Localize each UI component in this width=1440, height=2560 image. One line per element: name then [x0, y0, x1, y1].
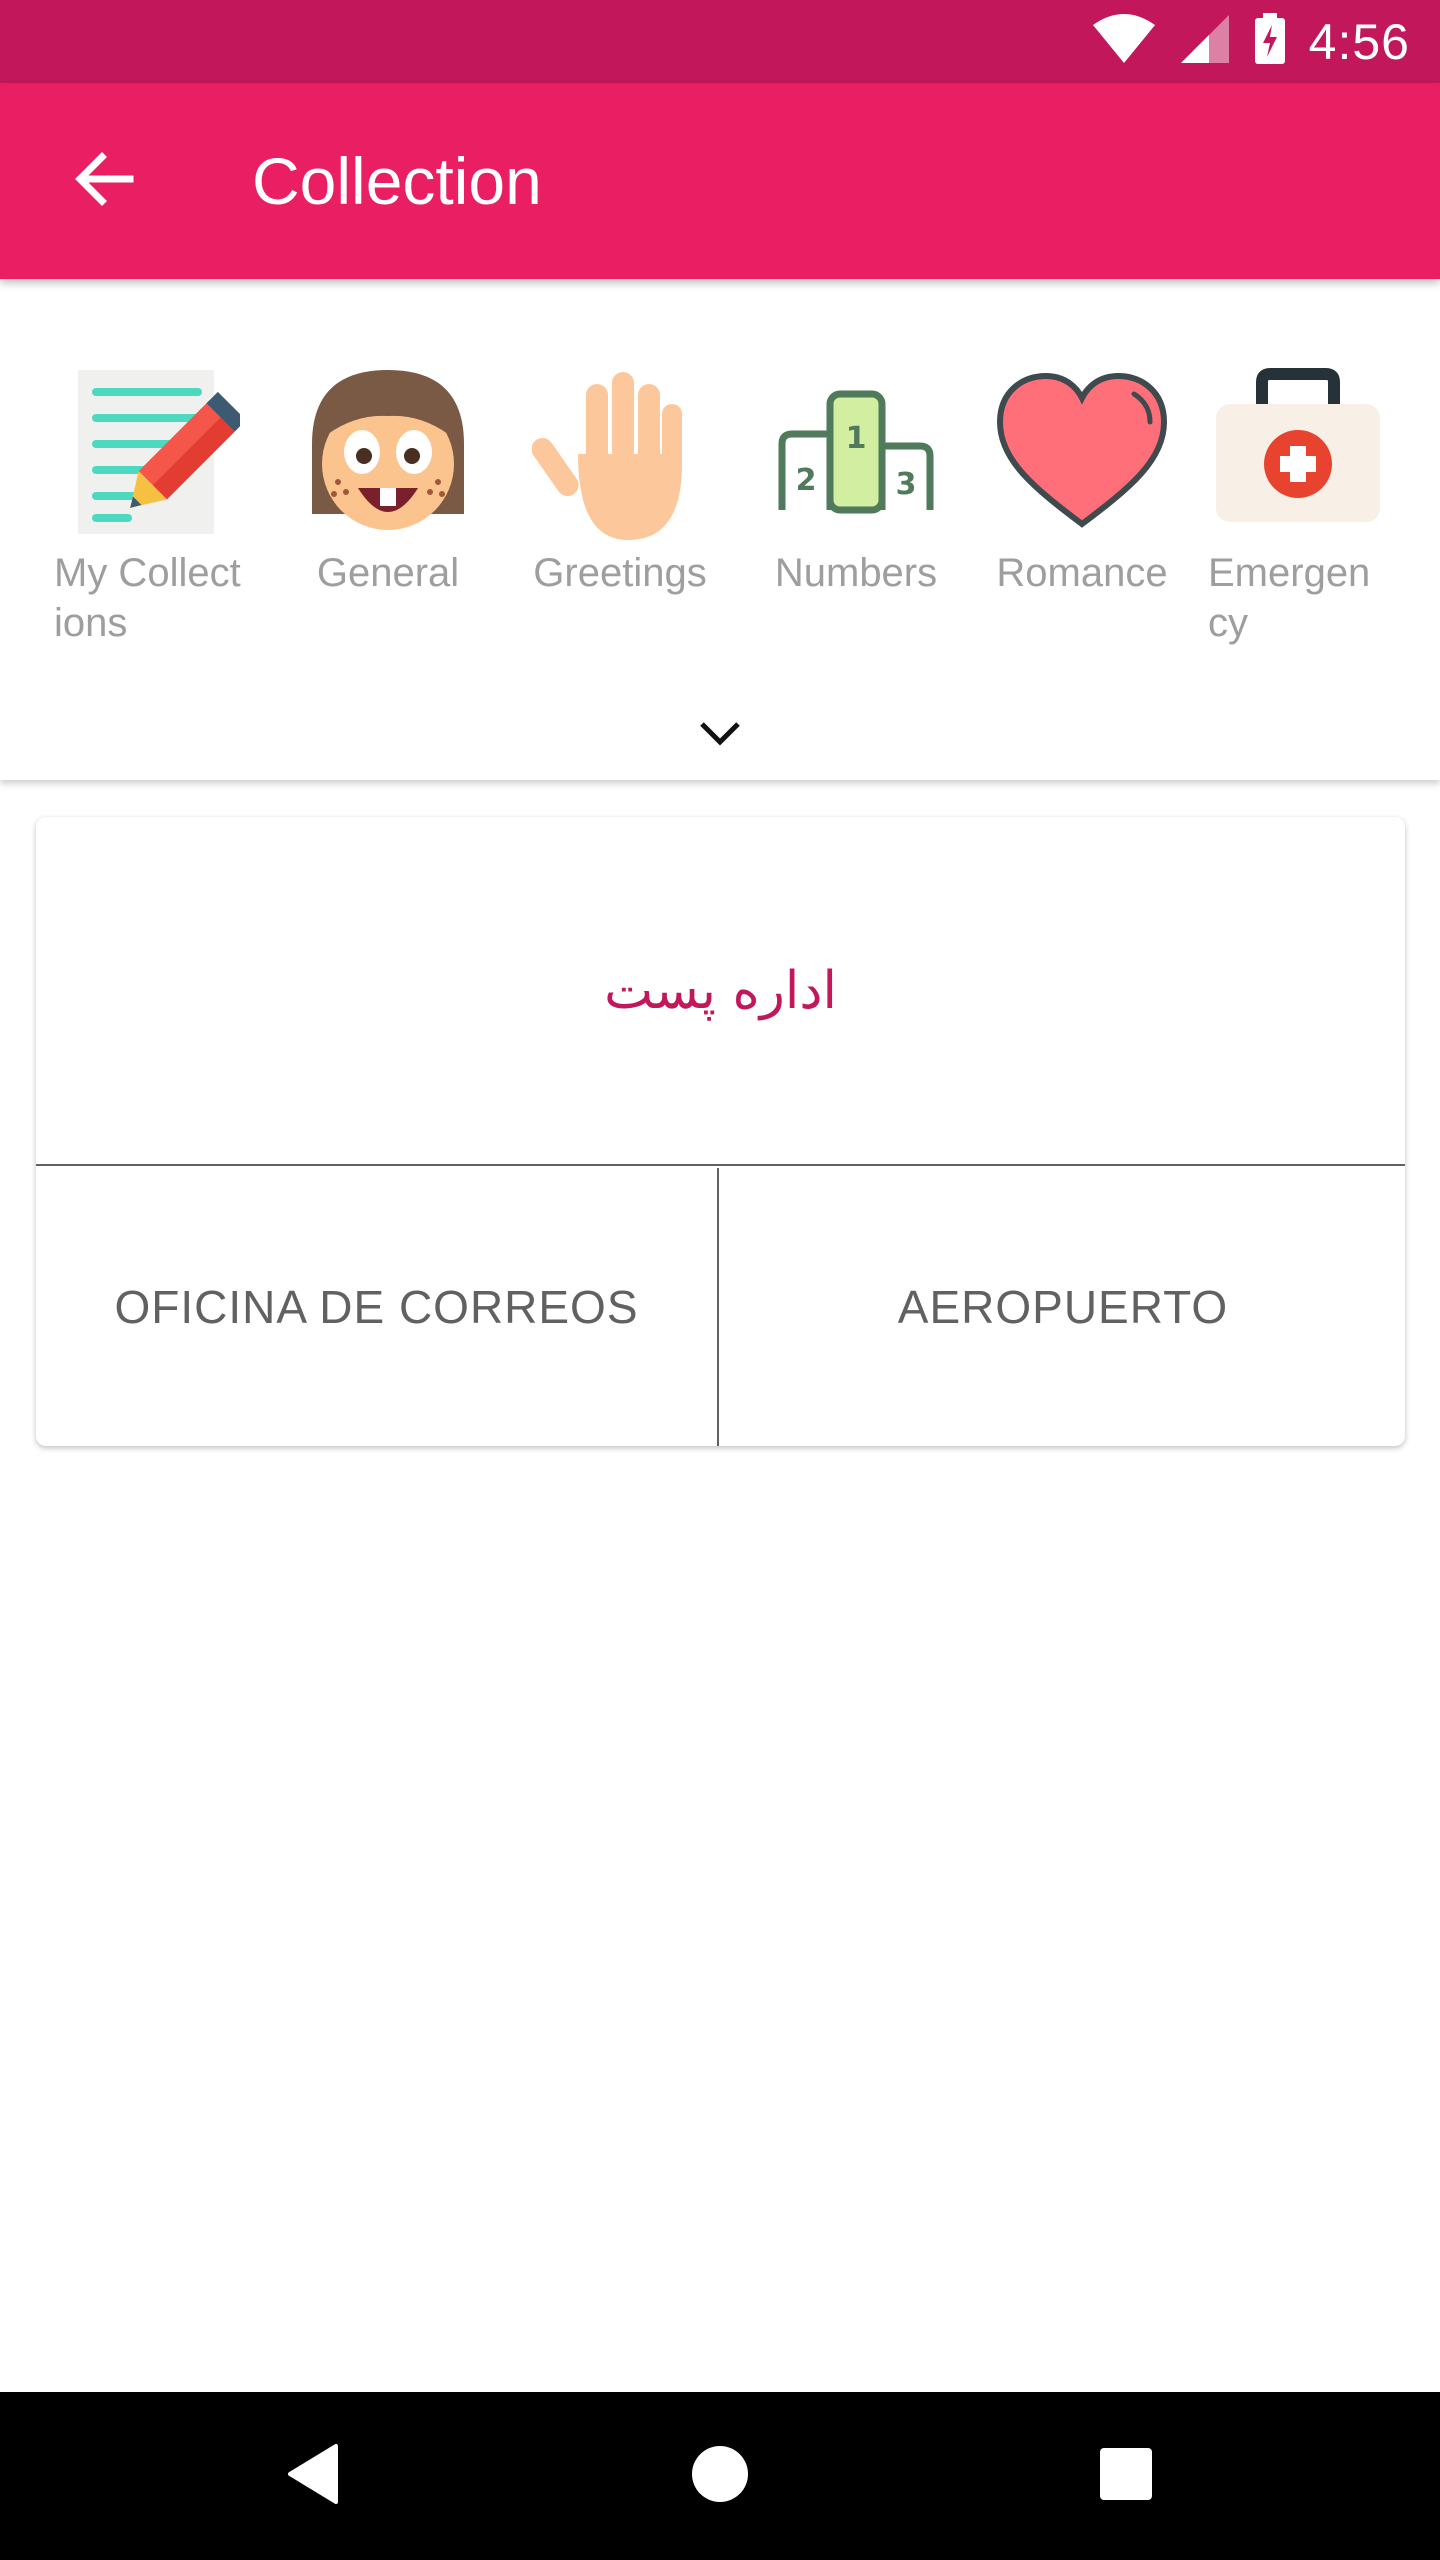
square-recents-icon — [1098, 2446, 1154, 2507]
page-title: Collection — [252, 144, 542, 218]
first-aid-kit-icon — [1210, 364, 1386, 540]
signal-icon — [1179, 13, 1231, 70]
category-label: General — [316, 551, 460, 595]
back-button[interactable] — [56, 133, 152, 229]
arrow-back-icon — [72, 147, 136, 216]
nav-recents-button[interactable] — [1080, 2430, 1172, 2522]
category-label: Greetings — [533, 551, 707, 595]
battery-charging-icon — [1253, 13, 1287, 70]
status-time: 4:56 — [1308, 13, 1410, 70]
answer-option-2[interactable]: AEROPUERTO — [721, 1168, 1405, 1446]
notepad-pencil-icon — [64, 364, 240, 540]
wifi-icon — [1091, 13, 1157, 70]
category-my-collections[interactable]: My Collect ions — [54, 364, 241, 648]
category-label: Emergen cy — [1208, 551, 1371, 645]
circle-home-icon — [690, 2444, 750, 2509]
triangle-back-icon — [284, 2442, 344, 2511]
question-area: اداره پست — [36, 817, 1405, 1166]
category-label: Romance — [996, 551, 1168, 595]
smiling-face-icon — [300, 364, 476, 540]
svg-text:3: 3 — [896, 467, 917, 502]
nav-back-button[interactable] — [268, 2430, 360, 2522]
nav-home-button[interactable] — [674, 2430, 766, 2522]
category-label: Numbers — [774, 551, 938, 595]
raised-hand-icon — [532, 364, 708, 540]
category-label: My Collect ions — [54, 551, 241, 645]
status-bar: 4:56 — [0, 0, 1440, 83]
chevron-down-icon — [698, 718, 742, 753]
expand-button[interactable] — [688, 711, 752, 759]
svg-text:2: 2 — [796, 463, 817, 498]
category-romance[interactable]: Romance — [994, 364, 1170, 598]
quiz-card: اداره پست OFICINA DE CORREOS AEROPUERTO — [36, 817, 1405, 1446]
navigation-bar — [0, 2392, 1440, 2560]
status-icons: 4:56 — [1091, 0, 1410, 83]
category-numbers[interactable]: 1 2 3 Numbers — [768, 364, 944, 598]
app-bar: Collection — [0, 83, 1440, 279]
category-general[interactable]: General — [300, 364, 476, 598]
question-text: اداره پست — [604, 960, 837, 1021]
svg-text:1: 1 — [846, 421, 867, 456]
category-strip: My Collect ions General Greetings 1 2 3 … — [0, 279, 1440, 780]
answer-option-1[interactable]: OFICINA DE CORREOS — [36, 1168, 719, 1446]
heart-icon — [994, 364, 1170, 540]
category-emergency[interactable]: Emergen cy — [1208, 364, 1386, 648]
podium-icon: 1 2 3 — [768, 364, 944, 540]
category-greetings[interactable]: Greetings — [532, 364, 708, 598]
